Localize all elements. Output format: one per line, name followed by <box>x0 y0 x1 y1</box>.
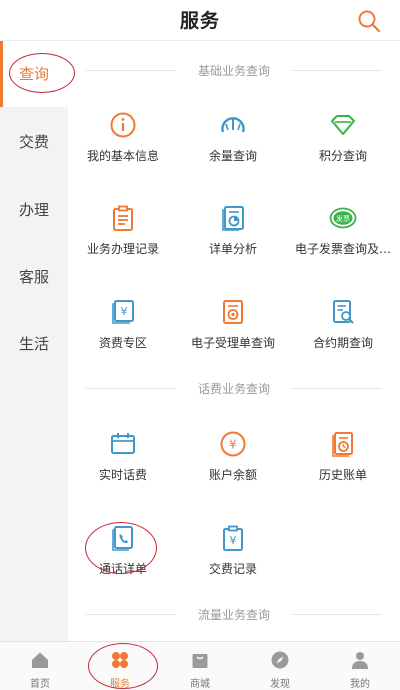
category-sidebar: 查询 交费 办理 客服 生活 <box>0 41 68 641</box>
four-petal-icon <box>112 652 128 668</box>
chart-document-icon <box>222 206 244 231</box>
sidebar-item-service[interactable]: 客服 <box>0 244 68 310</box>
grid-item-label: 历史账单 <box>318 468 367 482</box>
yuan-document-icon: ¥ <box>112 300 134 324</box>
grid-item-account-balance[interactable]: ¥ 账户余额 <box>178 430 288 500</box>
info-circle-icon <box>110 112 136 138</box>
grid-item-tariff-zone[interactable]: ¥ 资费专区 <box>68 298 178 368</box>
grid-item-label: 电子发票查询及… <box>294 242 391 256</box>
compass-icon <box>271 651 289 669</box>
nav-item-discover[interactable]: 发现 <box>240 642 320 690</box>
clock-document-icon <box>332 432 353 457</box>
grid-item-realtime-fee[interactable]: 实时话费 <box>68 430 178 500</box>
nav-label: 服务 <box>110 679 130 690</box>
sidebar-item-handle[interactable]: 办理 <box>0 177 68 243</box>
grid-item-business-records[interactable]: 业务办理记录 <box>68 204 178 274</box>
grid-item-label: 业务办理记录 <box>86 242 159 256</box>
svg-text:¥: ¥ <box>121 305 128 318</box>
grid-item-label: 详单分析 <box>208 242 257 256</box>
grid-item-label: 交费记录 <box>208 562 257 576</box>
service-content: 基础业务查询 我的基本信息 余量查询 积分查询 业务办理记录 详单分析 发票 电… <box>68 41 400 641</box>
sidebar-item-payment[interactable]: 交费 <box>0 109 68 175</box>
sidebar-item-query[interactable]: 查询 <box>0 41 68 107</box>
section-title-text: 话费业务查询 <box>197 382 270 396</box>
yuan-clipboard-icon: ¥ <box>223 525 243 551</box>
search-icon[interactable] <box>356 8 382 34</box>
nav-item-mall[interactable]: 商城 <box>160 642 240 690</box>
page-title: 服务 <box>179 10 220 32</box>
search-document-icon <box>333 300 354 324</box>
bottom-nav: 首页 服务 商城 发现 我的 <box>0 641 400 690</box>
grid-item-label: 实时话费 <box>98 468 147 482</box>
calendar-icon <box>111 433 135 454</box>
nav-label: 首页 <box>30 679 50 690</box>
grid-item-contract-query[interactable]: 合约期查询 <box>288 298 398 368</box>
svg-text:¥: ¥ <box>230 534 237 547</box>
grid-item-label: 电子受理单查询 <box>190 336 275 350</box>
grid-item-balance-query[interactable]: 余量查询 <box>178 111 288 181</box>
grid-item-e-invoice[interactable]: 发票 电子发票查询及… <box>288 204 398 274</box>
nav-item-home[interactable]: 首页 <box>0 642 80 690</box>
user-icon <box>352 652 368 669</box>
invoice-badge-icon: 发票 <box>329 207 357 229</box>
home-icon <box>32 652 48 668</box>
grid-item-label: 合约期查询 <box>312 336 373 350</box>
section-title-data: 流量业务查询 <box>68 606 400 623</box>
grid-item-basic-info[interactable]: 我的基本信息 <box>68 111 178 181</box>
section-title-basic: 基础业务查询 <box>68 62 400 79</box>
grid-item-label: 账户余额 <box>208 468 257 482</box>
grid-item-label: 我的基本信息 <box>86 149 159 163</box>
gauge-icon <box>221 117 245 133</box>
section-title-text: 基础业务查询 <box>197 64 270 78</box>
yuan-circle-icon: ¥ <box>220 431 246 457</box>
grid-item-payment-records[interactable]: ¥ 交费记录 <box>178 524 288 594</box>
grid-item-call-details[interactable]: 通话详单 <box>68 524 178 594</box>
grid-item-label: 积分查询 <box>318 149 367 163</box>
clipboard-icon <box>113 205 133 231</box>
grid-item-label: 余量查询 <box>208 149 257 163</box>
nav-label: 发现 <box>270 679 290 690</box>
receipt-icon <box>223 300 243 324</box>
grid-item-label: 通话详单 <box>98 562 147 576</box>
nav-item-service[interactable]: 服务 <box>80 642 160 690</box>
grid-item-history-bill[interactable]: 历史账单 <box>288 430 398 500</box>
nav-label: 商城 <box>190 679 210 690</box>
section-title-text: 流量业务查询 <box>197 608 270 622</box>
sidebar-item-life[interactable]: 生活 <box>0 311 68 377</box>
section-title-billing: 话费业务查询 <box>68 380 400 397</box>
grid-item-label: 资费专区 <box>98 336 147 350</box>
diamond-icon <box>331 115 355 135</box>
nav-label: 我的 <box>350 679 370 690</box>
grid-item-points-query[interactable]: 积分查询 <box>288 111 398 181</box>
shopping-bag-icon <box>192 654 208 668</box>
phone-document-icon <box>112 526 133 551</box>
grid-item-detail-analysis[interactable]: 详单分析 <box>178 204 288 274</box>
header-bar: 服务 <box>0 0 400 41</box>
svg-text:¥: ¥ <box>229 438 237 452</box>
nav-item-me[interactable]: 我的 <box>320 642 400 690</box>
invoice-badge-text: 发票 <box>336 214 350 223</box>
grid-item-e-receipt[interactable]: 电子受理单查询 <box>178 298 288 368</box>
